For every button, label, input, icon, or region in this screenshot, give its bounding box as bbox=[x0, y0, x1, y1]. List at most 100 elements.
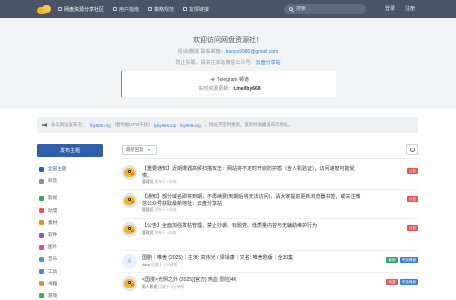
avatar[interactable] bbox=[122, 193, 137, 208]
sidebar-item-label: 动漫 bbox=[48, 207, 58, 213]
tag-badge[interactable]: 公告 bbox=[406, 225, 418, 231]
avatar[interactable] bbox=[122, 165, 137, 180]
topic-title[interactable]: 【公告】全面加强发帖管理，禁止抄袭、标题党、低质量内容与无辅助维护行为 bbox=[142, 223, 364, 230]
home-icon bbox=[58, 7, 62, 11]
wechat-line: 防止失联，请关注本站微信公众号：云盘分享站 bbox=[0, 59, 456, 66]
topic-author[interactable]: Alice bbox=[142, 263, 150, 267]
topic-author[interactable]: 管理员 bbox=[142, 231, 153, 235]
telegram-title-text: Telegram 频道 bbox=[217, 77, 249, 83]
category-icon bbox=[39, 166, 44, 172]
search-box[interactable] bbox=[284, 4, 366, 14]
register-link[interactable]: 注册 bbox=[405, 5, 415, 12]
nav-item-policy[interactable]: 策略规范 bbox=[148, 5, 174, 13]
wechat-account: 云盘分享站 bbox=[255, 60, 281, 66]
contact-line: 投诉/删除 联系邮箱：baoyu9980@gmail.com bbox=[0, 48, 456, 55]
notice-site-link-2[interactable]: lyby666.top bbox=[154, 123, 176, 128]
topic-title[interactable]: 【重要通知】近期遭遇高频扫描攻击：网站将不定时开启防护盾（含人机验证），访问速度… bbox=[142, 166, 364, 180]
nav-item-guide[interactable]: 用户指南 bbox=[113, 5, 139, 13]
chevron-down-icon bbox=[147, 149, 150, 151]
topic-meta: Alice 回复于 1分钟前 bbox=[142, 263, 177, 268]
welcome-hero: 欢迎访问网盘资源社！ 投诉/删除 联系邮箱：baoyu9980@gmail.co… bbox=[0, 18, 456, 109]
avatar[interactable] bbox=[122, 276, 137, 291]
search-input[interactable] bbox=[296, 6, 356, 12]
category-icon bbox=[39, 232, 44, 238]
avatar[interactable] bbox=[122, 222, 137, 237]
megaphone-icon bbox=[42, 123, 47, 127]
sidebar-item[interactable]: 影视 bbox=[37, 192, 103, 204]
category-icon bbox=[39, 244, 44, 250]
sidebar-item[interactable]: 全部主题 bbox=[37, 163, 103, 175]
rules-icon bbox=[148, 7, 152, 11]
topic-separator bbox=[122, 250, 418, 251]
tag-badge[interactable]: 公告 bbox=[406, 196, 418, 202]
category-icon bbox=[39, 293, 44, 299]
sidebar-item[interactable]: 游戏 bbox=[37, 290, 103, 300]
tag-badge[interactable]: 夸克网盘 bbox=[399, 257, 418, 263]
category-icon bbox=[39, 256, 44, 262]
topic-author[interactable]: 管理员 bbox=[142, 180, 153, 184]
topic-tags: 公告 bbox=[406, 196, 418, 202]
nav-item-label: 友情链接 bbox=[189, 6, 210, 13]
topic-tags: 影视 夸克网盘 bbox=[386, 257, 418, 263]
sidebar-item[interactable]: 素材 bbox=[37, 217, 103, 229]
topic-meta: 管理员 发布于 4年前 bbox=[142, 231, 177, 236]
category-icon bbox=[39, 220, 44, 226]
search-icon bbox=[289, 7, 293, 11]
sidebar-item-label: 游戏 bbox=[48, 292, 58, 298]
telegram-icon bbox=[210, 77, 216, 82]
topic-meta: 雨人影视 回复于 3分钟前 bbox=[142, 285, 184, 290]
nav-item-community[interactable]: 网盘资源分享社区 bbox=[58, 5, 104, 13]
category-icon bbox=[39, 208, 44, 214]
login-link[interactable]: 登录 bbox=[385, 5, 395, 12]
nav-item-label: 用户指南 bbox=[119, 6, 140, 13]
refresh-button[interactable] bbox=[406, 144, 418, 155]
refresh-icon bbox=[409, 147, 415, 152]
notice-prefix: 永久网址发布页： bbox=[51, 122, 87, 127]
sidebar-item[interactable]: 图片 bbox=[37, 241, 103, 253]
topic-author[interactable]: 管理员 bbox=[142, 208, 153, 212]
sidebar-item[interactable]: 书籍 bbox=[37, 278, 103, 290]
sidebar-item-label: 标签 bbox=[48, 178, 58, 184]
topic-title[interactable]: 国剧｜唯舍 (2025)｜主演: 高伟光 / 梁靖康｜又名: 唯舍剧版｜全30集 bbox=[142, 255, 364, 262]
telegram-callout: Telegram 频道 实时资源更新：t.me/lby668 bbox=[121, 71, 336, 97]
topic-separator bbox=[122, 189, 418, 190]
topic-separator bbox=[122, 218, 418, 219]
sidebar-item[interactable]: 标签 bbox=[37, 175, 103, 187]
sidebar-item[interactable]: 软件 bbox=[37, 229, 103, 241]
sort-dropdown[interactable]: 最新回复 bbox=[122, 145, 157, 155]
site-logo[interactable] bbox=[37, 4, 51, 14]
topic-tags: 公告 bbox=[406, 168, 418, 174]
notice-site-link-3[interactable]: lby999.org bbox=[180, 123, 201, 128]
tag-badge[interactable]: 影视 bbox=[386, 257, 398, 263]
sidebar-item[interactable]: 音乐 bbox=[37, 253, 103, 265]
tag-badge[interactable]: 动漫 bbox=[386, 279, 398, 285]
topic-author[interactable]: 雨人影视 bbox=[142, 285, 157, 289]
topic-time: 发布于 1年前 bbox=[154, 180, 177, 184]
book-icon bbox=[113, 7, 117, 11]
telegram-handle-link[interactable]: t.me/lby668 bbox=[233, 86, 260, 92]
sidebar-item[interactable]: 动漫 bbox=[37, 205, 103, 217]
sidebar-item-label: 软件 bbox=[48, 232, 58, 238]
topic-tags: 公告 bbox=[406, 225, 418, 231]
tag-badge[interactable]: 公告 bbox=[406, 168, 418, 174]
hero-title: 欢迎访问网盘资源社！ bbox=[193, 37, 263, 44]
telegram-sub-label: 实时资源更新： bbox=[198, 86, 234, 92]
tag-badge[interactable]: 夸克网盘 bbox=[399, 279, 418, 285]
sort-dropdown-label: 最新回复 bbox=[126, 147, 144, 152]
wechat-label: 防止失联，请关注本站微信公众号： bbox=[175, 60, 256, 66]
announcement-bar: 永久网址发布页： lby668.org (暂时被GFW干扰) lyby666.t… bbox=[37, 117, 418, 133]
category-sidebar: 全部主题标签影视动漫素材软件图片 音乐 工具 书籍游戏 bbox=[37, 163, 103, 300]
sidebar-item[interactable]: 工具 bbox=[37, 266, 103, 278]
link-icon bbox=[183, 7, 187, 11]
avatar[interactable]: A bbox=[122, 254, 137, 269]
sidebar-item-label: 全部主题 bbox=[48, 166, 67, 172]
topic-meta: 管理员 发布于 1年前 bbox=[142, 180, 177, 185]
nav-item-links[interactable]: 友情链接 bbox=[183, 5, 209, 13]
topic-title[interactable]: <国漫>光阴之外 (2025)[官方] 热血 冒险]4K bbox=[142, 277, 364, 284]
new-topic-button[interactable]: 发布主题 bbox=[37, 144, 103, 157]
topic-title[interactable]: 【通知】部分域名即将到期，不再续费(到期后将无法访问)，请大家提前更新浏览器书签… bbox=[142, 194, 364, 208]
top-navbar: 网盘资源分享社区 用户指南 策略规范 友情链接 登录 注册 bbox=[0, 0, 456, 18]
contact-email-link[interactable]: baoyu9980@gmail.com bbox=[226, 49, 279, 55]
notice-site-link-1[interactable]: lby668.org bbox=[90, 123, 111, 128]
category-icon bbox=[39, 281, 44, 287]
